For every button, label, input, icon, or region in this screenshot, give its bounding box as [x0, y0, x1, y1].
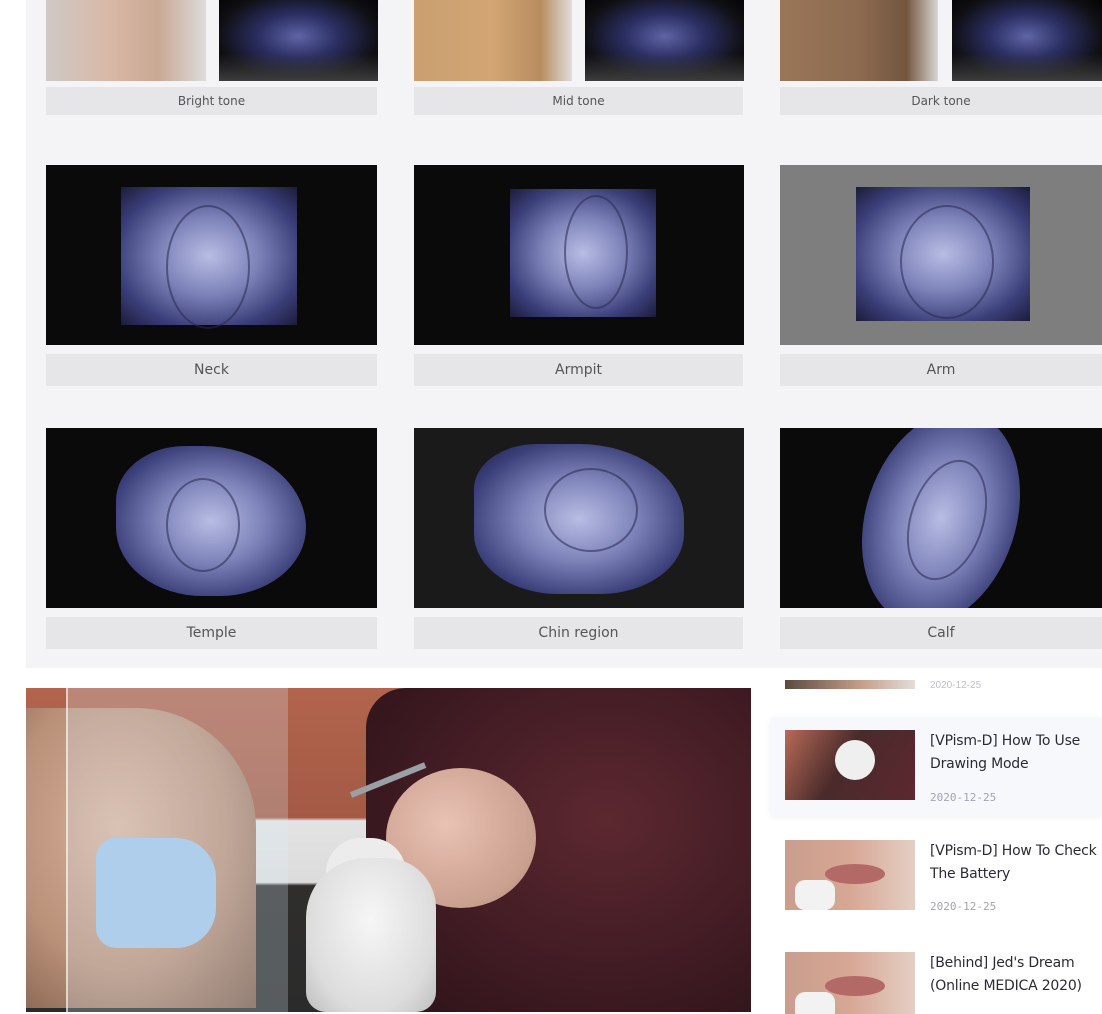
skin-photo — [780, 0, 938, 81]
recent-post-item[interactable]: [VPism-D] How To Use Drawing Mode 2020-1… — [770, 718, 1102, 816]
vein-line — [564, 195, 628, 309]
post-date: 2020-12-25 — [930, 791, 997, 804]
post-thumbnail[interactable] — [785, 680, 915, 689]
vein-line — [166, 205, 250, 329]
post-date: 2020-12-25 — [930, 680, 982, 690]
post-thumbnail[interactable] — [785, 730, 915, 800]
skin-tone-set-dark — [780, 0, 1102, 82]
post-title[interactable]: [VPism-D] How To Check The Battery — [930, 840, 1100, 886]
skin-tone-set-bright — [46, 0, 378, 82]
recent-post-item[interactable]: [Behind] Jed's Dream (Online MEDICA 2020… — [770, 942, 1102, 1014]
caption-bright-tone: Bright tone — [46, 87, 377, 115]
caption-armpit: Armpit — [414, 354, 743, 386]
caption-arm: Arm — [780, 354, 1102, 386]
face-shield — [66, 688, 288, 1012]
post-thumbnail[interactable] — [785, 952, 915, 1014]
recent-post-item[interactable]: [VPism-D] How To Check The Battery 2020-… — [770, 830, 1102, 928]
vein-photo-arm — [780, 165, 1102, 345]
post-date: 2020-12-25 — [930, 900, 997, 913]
post-title[interactable]: [VPism-D] How To Use Drawing Mode — [930, 730, 1100, 776]
skin-photo — [46, 0, 206, 81]
skin-tone-set-mid — [414, 0, 744, 82]
caption-chin-region: Chin region — [414, 617, 743, 649]
vein-scan-photo — [952, 0, 1102, 81]
caption-neck: Neck — [46, 354, 377, 386]
featured-article-image[interactable] — [26, 688, 751, 1012]
post-title[interactable]: [Behind] Jed's Dream (Online MEDICA 2020… — [930, 952, 1100, 998]
caption-mid-tone: Mid tone — [414, 87, 743, 115]
caption-dark-tone: Dark tone — [780, 87, 1102, 115]
recent-posts-sidebar: 2020-12-25 [VPism-D] How To Use Drawing … — [770, 680, 1102, 1014]
caption-temple: Temple — [46, 617, 377, 649]
vein-photo-chin — [414, 428, 744, 608]
vein-image-gallery: Bright tone Mid tone Dark tone Neck Armp… — [26, 0, 1102, 668]
skin-photo — [414, 0, 572, 81]
vein-line — [900, 205, 994, 319]
caption-calf: Calf — [780, 617, 1102, 649]
vein-line — [544, 468, 638, 552]
vein-scan-photo — [585, 0, 744, 81]
post-thumbnail[interactable] — [785, 840, 915, 910]
vein-photo-calf — [780, 428, 1102, 608]
vein-photo-armpit — [414, 165, 744, 345]
vein-line — [166, 478, 240, 572]
gloved-hand — [306, 858, 436, 1012]
vein-photo-neck — [46, 165, 377, 345]
vein-scan-photo — [219, 0, 378, 81]
vein-photo-temple — [46, 428, 377, 608]
